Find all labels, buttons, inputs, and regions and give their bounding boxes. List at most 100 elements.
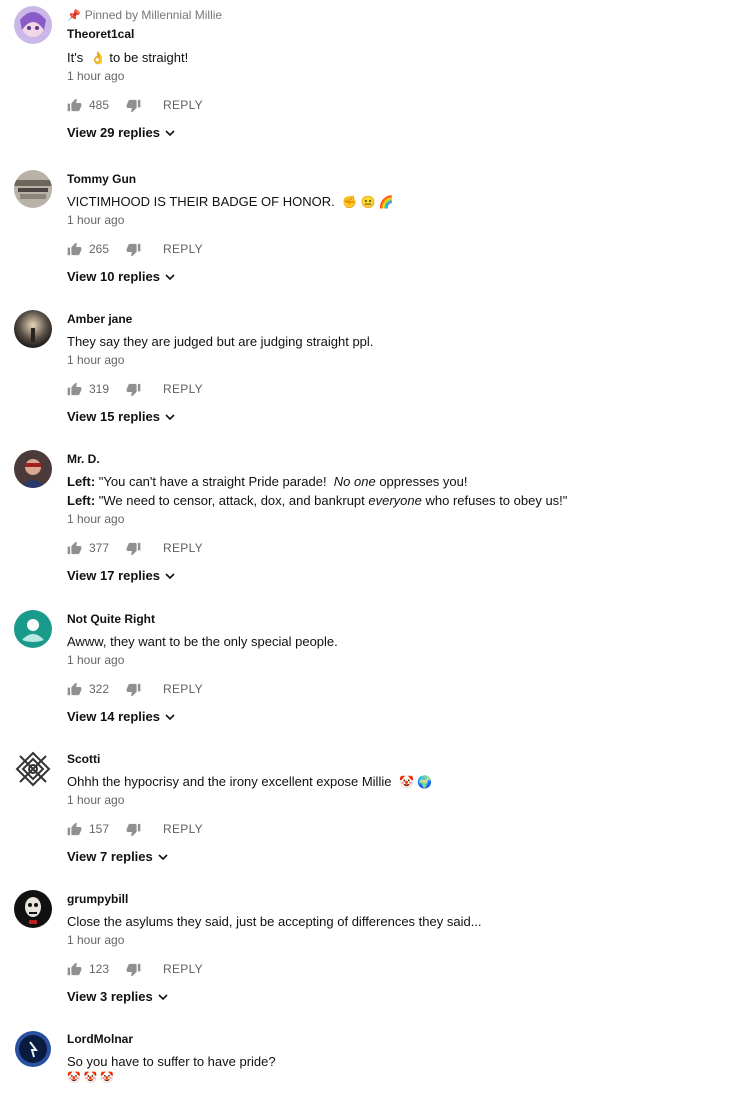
dislike-icon[interactable] [126, 822, 141, 837]
dislike-icon[interactable] [126, 242, 141, 257]
view-replies-button[interactable]: View 10 replies [67, 269, 175, 284]
chevron-down-icon [158, 854, 168, 861]
dislike-icon[interactable] [126, 541, 141, 556]
comment-text-part: who refuses to obey us!" [421, 493, 568, 508]
like-icon[interactable] [67, 98, 82, 113]
view-replies-label: View 7 replies [67, 849, 153, 864]
comment-text-part: VICTIMHOOD IS THEIR BADGE OF HONOR. [67, 194, 335, 209]
comment-author[interactable]: Mr. D. [67, 452, 100, 466]
comment-text: It's 👌 to be straight! [67, 48, 188, 68]
reply-button[interactable]: REPLY [163, 541, 203, 555]
comment-text-emphasis: everyone [368, 493, 422, 508]
reply-button[interactable]: REPLY [163, 242, 203, 256]
like-icon[interactable] [67, 541, 82, 556]
view-replies-label: View 3 replies [67, 989, 153, 1004]
comment-time[interactable]: 1 hour ago [67, 793, 124, 807]
comment-item: Mr. D. Left: "You can't have a straight … [0, 430, 736, 583]
dislike-icon[interactable] [126, 962, 141, 977]
comment-text-part: Ohhh the hypocrisy and the irony excelle… [67, 774, 392, 789]
comment-time[interactable]: 1 hour ago [67, 933, 124, 947]
avatar[interactable] [14, 450, 52, 488]
like-icon[interactable] [67, 242, 82, 257]
reply-button[interactable]: REPLY [163, 822, 203, 836]
pin-icon: 📌 [67, 10, 81, 22]
comment-time[interactable]: 1 hour ago [67, 353, 124, 367]
avatar[interactable] [14, 1030, 52, 1068]
comment-author[interactable]: Scotti [67, 752, 100, 766]
like-count: 265 [89, 242, 110, 256]
like-count: 319 [89, 382, 110, 396]
reply-button[interactable]: REPLY [163, 962, 203, 976]
avatar[interactable] [14, 750, 52, 788]
like-count: 123 [89, 962, 110, 976]
avatar[interactable] [14, 170, 52, 208]
comment-text-part: oppresses you! [375, 474, 468, 489]
comment-time[interactable]: 1 hour ago [67, 653, 124, 667]
like-icon[interactable] [67, 962, 82, 977]
comment-author[interactable]: LordMolnar [67, 1032, 133, 1046]
view-replies-label: View 14 replies [67, 709, 160, 724]
comment-time[interactable]: 1 hour ago [67, 512, 124, 526]
comment-item: Amber jane They say they are judged but … [0, 290, 736, 430]
comment-text-part: "You can't have a straight Pride parade! [95, 474, 334, 489]
avatar[interactable] [14, 6, 52, 44]
chevron-down-icon [165, 414, 175, 421]
comment-time[interactable]: 1 hour ago [67, 69, 124, 83]
pinned-text: Pinned by Millennial Millie [84, 8, 223, 22]
comment-author[interactable]: Theoret1cal [67, 27, 134, 41]
reply-button[interactable]: REPLY [163, 98, 203, 112]
comment-text: Awww, they want to be the only special p… [67, 634, 338, 649]
chevron-down-icon [165, 130, 175, 137]
like-icon[interactable] [67, 382, 82, 397]
view-replies-label: View 29 replies [67, 125, 160, 140]
comment-item: 📌 Pinned by Millennial Millie Theoret1cal… [0, 6, 736, 150]
chevron-down-icon [165, 274, 175, 281]
view-replies-label: View 17 replies [67, 568, 160, 583]
fist-neutral-face-rainbow-emoji-icon: ✊ 😐 🌈 [342, 195, 394, 209]
comment-item: grumpybill Close the asylums they said, … [0, 870, 736, 1010]
clown-face-emoji-icon: 🤡🤡🤡 [67, 1072, 118, 1084]
view-replies-button[interactable]: View 17 replies [67, 568, 175, 583]
ok-hand-emoji-icon: 👌 [90, 51, 106, 65]
like-icon[interactable] [67, 822, 82, 837]
reply-button[interactable]: REPLY [163, 682, 203, 696]
comment-item: Tommy Gun VICTIMHOOD IS THEIR BADGE OF H… [0, 150, 736, 290]
reply-button[interactable]: REPLY [163, 382, 203, 396]
avatar[interactable] [14, 890, 52, 928]
chevron-down-icon [165, 714, 175, 721]
comment-text: They say they are judged but are judging… [67, 334, 374, 349]
avatar[interactable] [14, 310, 52, 348]
comment-item: Scotti Ohhh the hypocrisy and the irony … [0, 730, 736, 870]
avatar[interactable] [14, 610, 52, 648]
comment-text: Left: "You can't have a straight Pride p… [67, 472, 467, 491]
comment-text-emphasis: No one [333, 474, 376, 489]
like-icon[interactable] [67, 682, 82, 697]
view-replies-button[interactable]: View 3 replies [67, 989, 168, 1004]
pinned-label: 📌 Pinned by Millennial Millie [67, 8, 222, 22]
like-count: 485 [89, 98, 110, 112]
clown-globe-emoji-icon: 🤡 🌍 [399, 775, 433, 789]
view-replies-button[interactable]: View 14 replies [67, 709, 175, 724]
like-count: 377 [89, 541, 110, 555]
comment-text: So you have to suffer to have pride? [67, 1054, 276, 1069]
comment-author[interactable]: Not Quite Right [67, 612, 155, 626]
comment-text-part: to be straight! [105, 50, 189, 65]
dislike-icon[interactable] [126, 682, 141, 697]
comment-text: Left: "We need to censor, attack, dox, a… [67, 491, 567, 510]
comment-author[interactable]: grumpybill [67, 892, 128, 906]
comment-text: Ohhh the hypocrisy and the irony excelle… [67, 772, 432, 792]
like-count: 157 [89, 822, 110, 836]
view-replies-button[interactable]: View 15 replies [67, 409, 175, 424]
view-replies-label: View 15 replies [67, 409, 160, 424]
chevron-down-icon [165, 573, 175, 580]
comment-time[interactable]: 1 hour ago [67, 213, 124, 227]
view-replies-label: View 10 replies [67, 269, 160, 284]
comment-item: Not Quite Right Awww, they want to be th… [0, 590, 736, 730]
dislike-icon[interactable] [126, 382, 141, 397]
dislike-icon[interactable] [126, 98, 141, 113]
comment-author[interactable]: Tommy Gun [67, 172, 136, 186]
view-replies-button[interactable]: View 7 replies [67, 849, 168, 864]
view-replies-button[interactable]: View 29 replies [67, 125, 175, 140]
comment-author[interactable]: Amber jane [67, 312, 132, 326]
comment-text-label: Left: [67, 474, 96, 489]
